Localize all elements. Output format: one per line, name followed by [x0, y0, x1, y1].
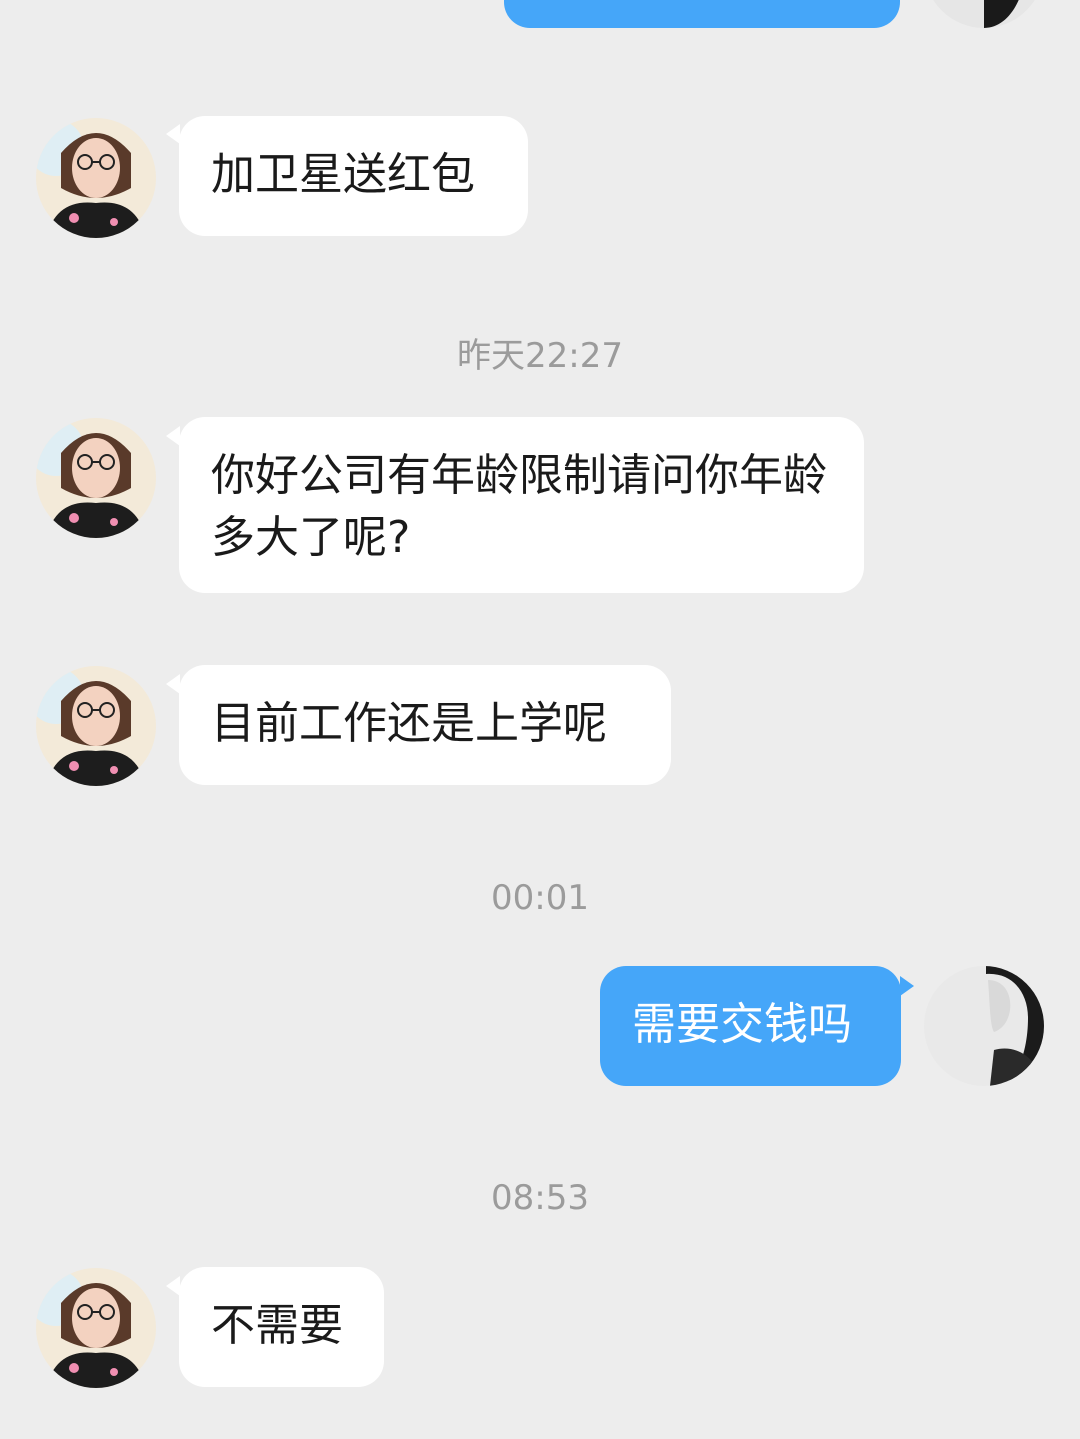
timestamp: 08:53 — [491, 1178, 589, 1218]
avatar-other[interactable] — [36, 666, 156, 786]
message-bubble-incoming[interactable]: 加卫星送红包 — [179, 116, 528, 236]
message-text: 需要交钱吗 — [632, 999, 852, 1050]
message-bubble-outgoing-partial[interactable] — [504, 0, 900, 28]
avatar-other[interactable] — [36, 118, 156, 238]
message-text: 你好公司有年龄限制请问你年龄多大了呢? — [211, 450, 827, 563]
message-bubble-incoming[interactable]: 你好公司有年龄限制请问你年龄多大了呢? — [179, 417, 864, 593]
message-bubble-incoming[interactable]: 不需要 — [179, 1267, 384, 1387]
woman-with-glasses-avatar-icon — [36, 418, 156, 538]
message-text: 加卫星送红包 — [211, 149, 475, 200]
message-text: 不需要 — [211, 1300, 343, 1351]
message-text: 目前工作还是上学呢 — [211, 698, 607, 749]
bubble-tail — [900, 976, 914, 996]
timestamp: 昨天22:27 — [457, 336, 623, 376]
grayscale-portrait-avatar-icon — [924, 966, 1044, 1086]
woman-with-glasses-avatar-icon — [36, 666, 156, 786]
bubble-tail — [166, 124, 180, 144]
avatar-me[interactable] — [924, 0, 1044, 28]
avatar-me[interactable] — [924, 966, 1044, 1086]
grayscale-portrait-avatar-icon — [924, 0, 1044, 28]
avatar-other[interactable] — [36, 1268, 156, 1388]
avatar-other[interactable] — [36, 418, 156, 538]
timestamp: 00:01 — [491, 878, 589, 918]
woman-with-glasses-avatar-icon — [36, 118, 156, 238]
bubble-tail — [166, 1276, 180, 1296]
bubble-tail — [166, 674, 180, 694]
woman-with-glasses-avatar-icon — [36, 1268, 156, 1388]
message-bubble-outgoing[interactable]: 需要交钱吗 — [600, 966, 901, 1086]
message-bubble-incoming[interactable]: 目前工作还是上学呢 — [179, 665, 671, 785]
bubble-tail — [166, 426, 180, 446]
